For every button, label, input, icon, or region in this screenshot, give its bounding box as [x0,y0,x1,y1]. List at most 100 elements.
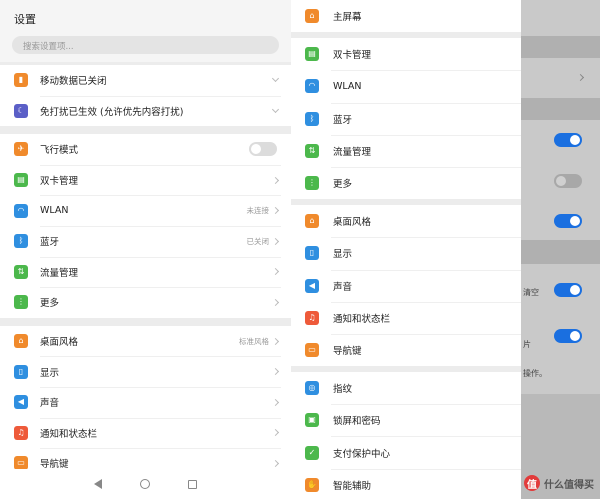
system-navigation-bar [0,469,291,499]
menu-item-display[interactable]: ▯ 显示 [291,237,521,269]
home-screen-icon: ⌂ [305,9,319,24]
row-label: 通知和状态栏 [40,428,98,440]
menu-item-label: 锁屏和密码 [333,416,381,428]
search-input[interactable]: 搜索设置项... [12,36,279,54]
notification-icon: ♫ [14,425,28,440]
bluetooth-icon: ᛒ [14,234,28,249]
menu-item-payment-protection[interactable]: ✓ 支付保护中心 [291,436,521,468]
menu-item-label: 流量管理 [333,146,372,158]
row-value: 已关闭 [246,236,270,246]
chevron-right-icon [271,176,280,184]
sound-icon: ◀ [14,395,28,410]
chevron-right-icon [271,429,280,437]
menu-item-label: 智能辅助 [333,480,372,492]
chevron-right-icon [271,237,280,245]
menu-item-lock-screen[interactable]: ▣ 锁屏和密码 [291,404,521,436]
moon-icon: ☾ [14,103,28,118]
chevron-right-icon [271,368,280,376]
chevron-down-icon [271,74,280,83]
page-title: 设置 [0,0,291,36]
screenshot-composite: 设置 搜索设置项... ▮ 移动数据已关闭 ☾ 免打扰已生效 (允许优先内容打扰… [0,0,600,499]
mobile-data-icon: ▮ [14,73,28,88]
menu-item-bluetooth[interactable]: ᛒ 蓝牙 [291,102,521,135]
bg-text: 操作。 [523,369,547,378]
menu-item-data-usage[interactable]: ⇅ 流量管理 [291,134,521,167]
menu-group-device: ⌂ 桌面风格 ▯ 显示 ◀ 声音 ♫ 通知和状态栏 ▭ 导航键 [291,205,521,367]
bg-toggle-off [554,174,582,188]
more-icon: ⋮ [305,176,319,191]
sound-icon: ◀ [305,278,319,293]
row-sound[interactable]: ◀ 声音 [0,386,291,418]
menu-item-label: 更多 [333,179,353,191]
row-label: 流量管理 [40,267,79,279]
row-data-usage[interactable]: ⇅ 流量管理 [0,256,291,288]
more-icon: ⋮ [14,295,28,310]
watermark-logo: 值 [524,475,540,491]
settings-menu: ⌂ 主屏幕 ▤ 双卡管理 ◠ WLAN ᛒ 蓝牙 ⇅ 流量管理 ⋮ 更多 ⌂ 桌… [291,0,521,499]
row-label: WLAN [40,205,69,217]
row-label: 显示 [40,367,60,379]
row-wlan[interactable]: ◠ WLAN 未连接 [0,195,291,226]
row-notifications[interactable]: ♫ 通知和状态栏 [0,417,291,449]
wifi-icon: ◠ [14,203,28,218]
menu-item-label: 主屏幕 [333,12,362,24]
menu-item-label: 导航键 [333,345,362,357]
row-label: 声音 [40,398,60,410]
sim-card-icon: ▤ [305,47,319,62]
row-more[interactable]: ⋮ 更多 [0,287,291,318]
watermark: 值 什么值得买 [524,475,594,491]
display-icon: ▯ [14,364,28,379]
row-mobile-data[interactable]: ▮ 移动数据已关闭 [0,65,291,96]
menu-item-label: 指纹 [333,384,353,396]
row-value: 未连接 [246,206,270,216]
watermark-text: 什么值得买 [544,479,594,491]
row-label: 免打扰已生效 (允许优先内容打扰) [40,106,184,118]
row-label: 蓝牙 [40,237,60,249]
airplane-toggle[interactable] [249,142,277,157]
menu-item-home-style[interactable]: ⌂ 桌面风格 [291,205,521,237]
menu-group-network: ▤ 双卡管理 ◠ WLAN ᛒ 蓝牙 ⇅ 流量管理 ⋮ 更多 [291,38,521,200]
bluetooth-icon: ᛒ [305,111,319,126]
home-icon[interactable] [140,479,150,489]
row-dual-sim[interactable]: ▤ 双卡管理 [0,164,291,196]
network-group: ✈ 飞行模式 ▤ 双卡管理 ◠ WLAN 未连接 ᛒ 蓝牙 已关闭 ⇅ 流量管理… [0,134,291,318]
row-bluetooth[interactable]: ᛒ 蓝牙 已关闭 [0,225,291,257]
back-icon[interactable] [94,479,102,489]
data-usage-icon: ⇅ [14,264,28,279]
row-do-not-disturb[interactable]: ☾ 免打扰已生效 (允许优先内容打扰) [0,95,291,127]
menu-item-label: WLAN [333,80,362,92]
menu-item-wlan[interactable]: ◠ WLAN [291,70,521,102]
chevron-right-icon [271,268,280,276]
row-display[interactable]: ▯ 显示 [0,356,291,387]
hand-icon: ✋ [305,477,319,492]
menu-item-more[interactable]: ⋮ 更多 [291,166,521,199]
menu-item-navigation-keys[interactable]: ▭ 导航键 [291,333,521,366]
row-label: 更多 [40,298,60,310]
data-usage-icon: ⇅ [305,143,319,158]
row-label: 飞行模式 [40,145,79,157]
chevron-down-icon [271,105,280,113]
shield-icon: ✓ [305,445,319,460]
status-group: ▮ 移动数据已关闭 ☾ 免打扰已生效 (允许优先内容打扰) [0,65,291,127]
menu-item-sound[interactable]: ◀ 声音 [291,269,521,302]
row-value: 标准风格 [239,336,269,346]
menu-item-notifications[interactable]: ♫ 通知和状态栏 [291,301,521,334]
menu-item-home-screen[interactable]: ⌂ 主屏幕 [291,0,521,32]
menu-item-smart-assist[interactable]: ✋ 智能辅助 [291,468,521,499]
menu-item-label: 蓝牙 [333,114,353,126]
notification-icon: ♫ [305,310,319,325]
home-style-icon: ⌂ [305,214,319,229]
recent-apps-icon[interactable] [188,479,197,489]
display-icon: ▯ [305,246,319,261]
menu-item-dual-sim[interactable]: ▤ 双卡管理 [291,38,521,70]
row-airplane-mode[interactable]: ✈ 飞行模式 [0,134,291,165]
sim-card-icon: ▤ [14,173,28,188]
wifi-icon: ◠ [305,79,319,94]
menu-group-home: ⌂ 主屏幕 [291,0,521,33]
menu-item-fingerprint[interactable]: ◎ 指纹 [291,372,521,404]
menu-item-label: 通知和状态栏 [333,313,391,325]
menu-item-label: 声音 [333,281,353,293]
chevron-right-icon [271,337,280,345]
row-home-style[interactable]: ⌂ 桌面风格 标准风格 [0,326,291,357]
bg-text: 片 [523,340,531,349]
